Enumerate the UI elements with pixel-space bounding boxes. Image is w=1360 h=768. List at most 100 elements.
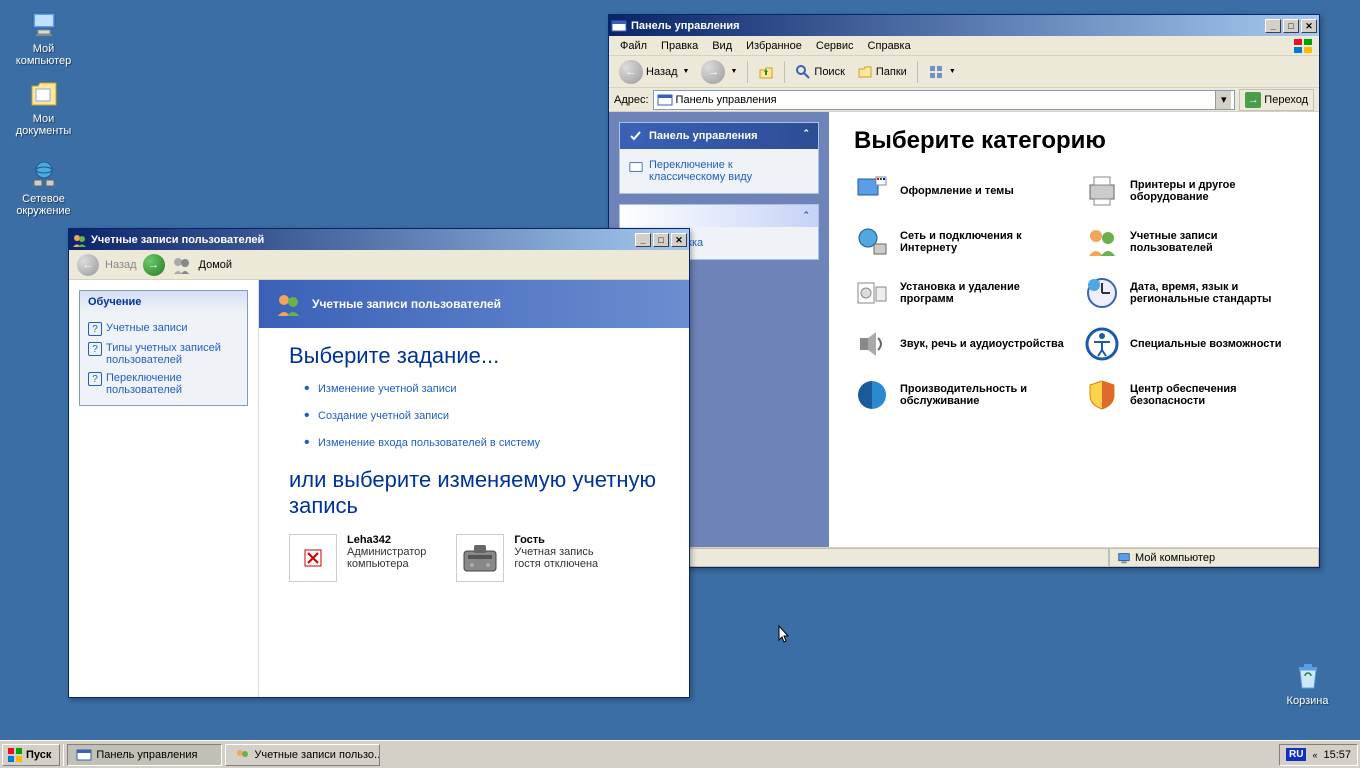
category-accessibility[interactable]: Специальные возможности [1084, 326, 1294, 362]
taskbar-item-control-panel[interactable]: Панель управления [67, 744, 222, 766]
titlebar[interactable]: Панель управления _ □ ✕ [609, 15, 1319, 36]
learn-link-0[interactable]: ?Учетные записи [88, 319, 239, 339]
category-label: Дата, время, язык и региональные стандар… [1130, 281, 1294, 305]
desktop-icon-my-computer[interactable]: Мой компьютер [6, 8, 81, 67]
forward-arrow-icon: → [701, 60, 725, 84]
close-button[interactable]: ✕ [1301, 19, 1317, 33]
address-field[interactable]: Панель управления ▾ [653, 90, 1236, 110]
learn-link-1[interactable]: ?Типы учетных записей пользователей [88, 339, 239, 369]
go-button-label: Переход [1264, 94, 1308, 106]
back-button-label: Назад [646, 66, 678, 78]
category-addremove[interactable]: Установка и удаление программ [854, 275, 1064, 311]
users-icon [1084, 224, 1120, 260]
category-datetime[interactable]: Дата, время, язык и региональные стандар… [1084, 275, 1294, 311]
users-icon [71, 232, 87, 248]
views-icon [928, 64, 944, 80]
category-appearance[interactable]: Оформление и темы [854, 173, 1064, 209]
account-heading: или выберите изменяемую учетную запись [289, 467, 659, 519]
category-printers[interactable]: Принтеры и другое оборудование [1084, 173, 1294, 209]
appearance-icon [854, 173, 890, 209]
menu-tools[interactable]: Сервис [809, 38, 861, 54]
security-icon [1084, 377, 1120, 413]
close-button[interactable]: ✕ [671, 233, 687, 247]
taskbar-item-label: Панель управления [96, 749, 197, 761]
taskbar: Пуск Панель управления Учетные записи по… [0, 740, 1360, 768]
separator [63, 744, 64, 766]
network-icon [854, 224, 890, 260]
menu-file[interactable]: Файл [613, 38, 654, 54]
back-button[interactable]: ← Назад ▼ [614, 56, 694, 88]
start-button[interactable]: Пуск [2, 744, 60, 766]
category-security[interactable]: Центр обеспечения безопасности [1084, 377, 1294, 413]
sidebar-panel-header[interactable]: Панель управления ⌃ [620, 123, 818, 149]
category-network[interactable]: Сеть и подключения к Интернету [854, 224, 1064, 260]
recycle-bin-icon [1292, 660, 1324, 692]
up-button[interactable] [753, 60, 779, 84]
address-dropdown-button[interactable]: ▾ [1215, 91, 1231, 109]
folders-button[interactable]: Папки [852, 60, 912, 84]
go-arrow-icon: → [1245, 92, 1261, 108]
home-button[interactable]: Домой [199, 259, 233, 271]
account-picture [289, 534, 337, 582]
go-button[interactable]: → Переход [1239, 89, 1314, 111]
account-name: Leha342 [347, 534, 426, 546]
desktop-icon-my-documents[interactable]: Мои документы [6, 78, 81, 137]
category-performance[interactable]: Производительность и обслуживание [854, 377, 1064, 413]
menu-view[interactable]: Вид [705, 38, 739, 54]
link-switch-classic[interactable]: Переключение к классическому виду [628, 157, 810, 185]
tray-expand-button[interactable]: « [1312, 750, 1317, 760]
check-icon [628, 128, 644, 144]
separator [747, 61, 748, 83]
forward-button[interactable]: → ▼ [696, 56, 742, 88]
computer-icon [1116, 550, 1132, 566]
category-label: Установка и удаление программ [900, 281, 1064, 305]
titlebar[interactable]: Учетные записи пользователей _ □ ✕ [69, 229, 689, 250]
account-0[interactable]: Leha342Администраторкомпьютера [289, 534, 426, 582]
clock[interactable]: 15:57 [1323, 749, 1351, 761]
menu-edit[interactable]: Правка [654, 38, 705, 54]
back-button[interactable]: ← [77, 254, 99, 276]
windows-logo-icon [1292, 37, 1316, 55]
maximize-button[interactable]: □ [1283, 19, 1299, 33]
desktop-icon-network[interactable]: Сетевое окружение [6, 158, 81, 217]
chevron-down-icon: ▼ [683, 68, 690, 75]
task-link-0[interactable]: Изменение учетной записи [304, 383, 659, 395]
language-indicator[interactable]: RU [1286, 748, 1306, 761]
desktop-icon-recycle-bin[interactable]: Корзина [1270, 660, 1345, 707]
minimize-button[interactable]: _ [1265, 19, 1281, 33]
menu-favorites[interactable]: Избранное [739, 38, 809, 54]
chevron-up-icon: ⌃ [802, 210, 810, 222]
address-label: Адрес: [614, 94, 649, 106]
category-label: Звук, речь и аудиоустройства [900, 338, 1064, 350]
task-link-2[interactable]: Изменение входа пользователей в систему [304, 437, 659, 449]
views-button[interactable]: ▼ [923, 60, 961, 84]
task-link-1[interactable]: Создание учетной записи [304, 410, 659, 422]
folder-icon [857, 64, 873, 80]
learn-link-2[interactable]: ?Переключение пользователей [88, 369, 239, 399]
forward-button[interactable]: → [143, 254, 165, 276]
taskbar-item-user-accounts[interactable]: Учетные записи пользо... [225, 744, 380, 766]
users-icon [234, 747, 250, 763]
help-icon: ? [88, 372, 102, 386]
sidebar-panel-header[interactable]: ⌃ [620, 205, 818, 227]
search-button[interactable]: Поиск [790, 60, 849, 84]
control-panel-icon [76, 747, 92, 763]
performance-icon [854, 377, 890, 413]
page-heading: Выберите категорию [854, 127, 1294, 155]
search-button-label: Поиск [814, 66, 844, 78]
addremove-icon [854, 275, 890, 311]
category-sound[interactable]: Звук, речь и аудиоустройства [854, 326, 1064, 362]
chevron-down-icon: ▼ [949, 68, 956, 75]
minimize-button[interactable]: _ [635, 233, 651, 247]
desktop-icon-label: Мои документы [6, 113, 81, 137]
sidebar-panel-controlpanel: Панель управления ⌃ Переключение к класс… [619, 122, 819, 194]
mouse-cursor-icon [778, 625, 792, 648]
account-desc: Администратор [347, 546, 426, 558]
category-users[interactable]: Учетные записи пользователей [1084, 224, 1294, 260]
menu-help[interactable]: Справка [861, 38, 918, 54]
control-panel-icon [657, 92, 673, 108]
account-1[interactable]: ГостьУчетная записьгостя отключена [456, 534, 598, 582]
separator [917, 61, 918, 83]
category-label: Оформление и темы [900, 185, 1014, 197]
maximize-button[interactable]: □ [653, 233, 669, 247]
